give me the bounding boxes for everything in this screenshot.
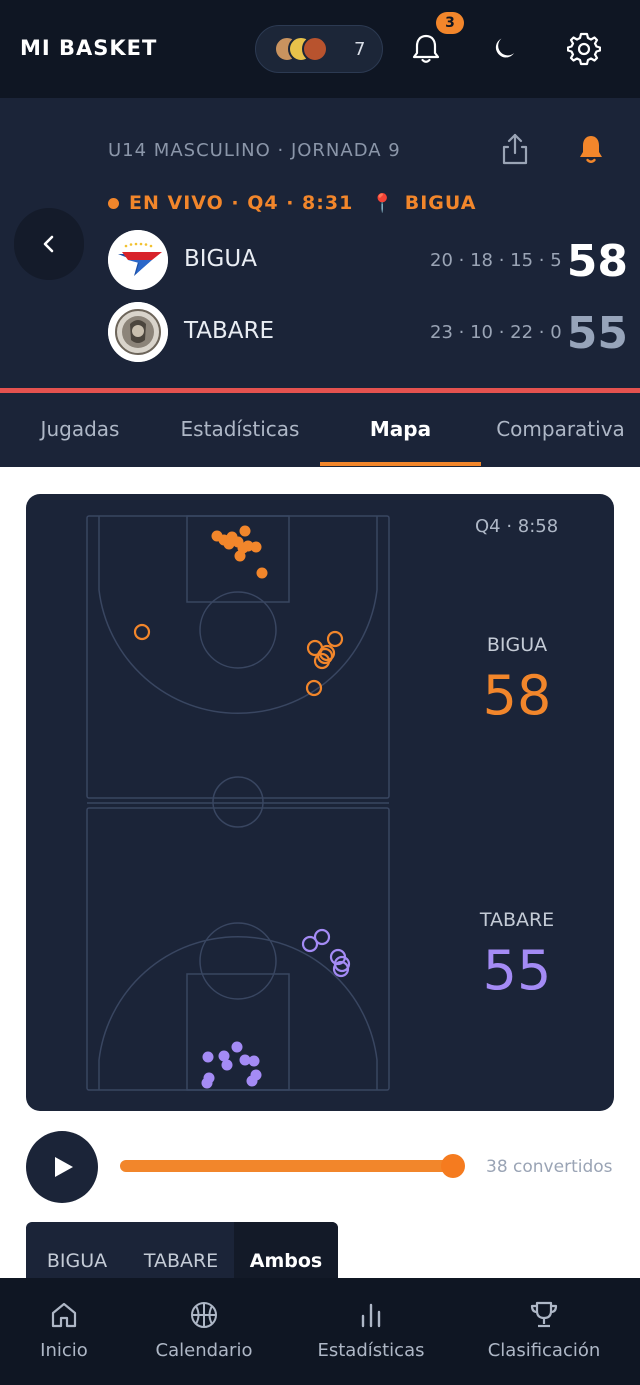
made-shot-marker <box>256 567 268 579</box>
made-shot-marker <box>242 540 254 552</box>
nav-label: Inicio <box>40 1340 88 1361</box>
play-icon <box>55 1157 73 1177</box>
app-title: MI BASKET <box>20 36 158 60</box>
nav-estadisticas[interactable]: Estadísticas <box>290 1278 452 1385</box>
nav-label: Calendario <box>155 1340 253 1361</box>
nav-calendario[interactable]: Calendario <box>128 1278 280 1385</box>
missed-shot-marker <box>133 623 151 641</box>
map-home-team: BIGUA <box>486 634 548 656</box>
avatar <box>302 36 328 62</box>
nav-label: Clasificación <box>487 1340 601 1361</box>
tab-estadisticas[interactable]: Estadísticas <box>160 417 320 441</box>
share-icon[interactable] <box>500 132 530 166</box>
made-shot-marker <box>202 1051 214 1063</box>
team-name: BIGUA <box>184 246 257 272</box>
team-score: 55 <box>566 308 628 359</box>
team-score: 58 <box>566 236 628 287</box>
team-filter: BIGUA TABARE Ambos <box>26 1222 338 1282</box>
live-dot <box>108 197 119 209</box>
follow-bell-icon[interactable] <box>576 132 606 166</box>
quarter-scores: 20 · 18 · 15 · 5 <box>430 250 562 271</box>
team-logo-tabare <box>108 302 168 362</box>
missed-shot-marker <box>313 928 331 946</box>
home-shots <box>133 525 344 697</box>
gear-icon[interactable] <box>567 32 601 66</box>
venue-name: BIGUA <box>404 192 477 214</box>
made-shot-marker <box>221 1059 233 1071</box>
nav-inicio[interactable]: Inicio <box>0 1278 128 1385</box>
trophy-icon <box>530 1301 558 1328</box>
nav-clasificacion[interactable]: Clasificación <box>466 1278 622 1385</box>
made-shot-marker <box>231 1041 243 1053</box>
app-bar: MI BASKET 7 3 <box>0 0 640 98</box>
filter-away[interactable]: TABARE <box>128 1222 234 1282</box>
bottom-nav: Inicio Calendario Estadísticas Clasifica… <box>0 1278 640 1385</box>
tab-bar: Jugadas Estadísticas Mapa Comparativa <box>0 393 640 467</box>
bar-chart-icon <box>361 1303 381 1328</box>
team-row-away[interactable]: TABARE 23 · 10 · 22 · 0 55 <box>108 302 628 362</box>
made-shot-marker <box>239 525 251 537</box>
back-button[interactable] <box>14 208 84 280</box>
nav-label: Estadísticas <box>317 1340 425 1361</box>
missed-shot-marker <box>326 630 344 648</box>
timeline-slider-handle[interactable] <box>441 1154 465 1178</box>
tab-mapa[interactable]: Mapa <box>320 417 481 441</box>
court-diagram <box>86 515 390 1091</box>
made-shots-label: 38 convertidos <box>486 1157 613 1177</box>
made-shot-marker <box>201 1077 213 1089</box>
basketball-icon <box>191 1302 217 1328</box>
made-shot-marker <box>248 1055 260 1067</box>
map-home-score: 58 <box>482 664 552 727</box>
moon-icon[interactable] <box>492 34 520 62</box>
map-clock: Q4 · 8:58 <box>475 516 559 537</box>
active-tab-indicator <box>320 462 481 466</box>
play-button[interactable] <box>26 1131 98 1203</box>
made-shot-marker <box>234 550 246 562</box>
team-logo-bigua <box>108 230 168 290</box>
filter-home[interactable]: BIGUA <box>26 1222 128 1282</box>
map-away-score: 55 <box>482 939 552 1002</box>
tab-comparativa[interactable]: Comparativa <box>481 417 640 441</box>
team-name: TABARE <box>184 318 275 344</box>
location-pin-icon: 📍 <box>371 192 395 214</box>
made-shot-marker <box>246 1075 258 1087</box>
live-status-text: EN VIVO · Q4 · 8:31 <box>129 192 354 214</box>
live-status: EN VIVO · Q4 · 8:31 📍 BIGUA <box>108 190 476 216</box>
league-round: U14 MASCULINO · JORNADA 9 <box>108 140 401 161</box>
tab-jugadas[interactable]: Jugadas <box>0 417 160 441</box>
quarter-scores: 23 · 10 · 22 · 0 <box>430 322 562 343</box>
viewer-count: 7 <box>354 39 366 60</box>
filter-both[interactable]: Ambos <box>234 1222 338 1282</box>
notifications-badge: 3 <box>436 12 464 34</box>
team-row-home[interactable]: BIGUA 20 · 18 · 15 · 5 58 <box>108 230 628 290</box>
home-icon <box>51 1302 77 1328</box>
map-away-team: TABARE <box>479 909 555 931</box>
notifications-bell-icon[interactable] <box>410 32 442 66</box>
chevron-left-icon <box>43 235 54 253</box>
timeline-slider[interactable] <box>120 1160 464 1172</box>
viewers-pill[interactable]: 7 <box>255 25 383 73</box>
shot-map-card <box>26 494 614 1111</box>
